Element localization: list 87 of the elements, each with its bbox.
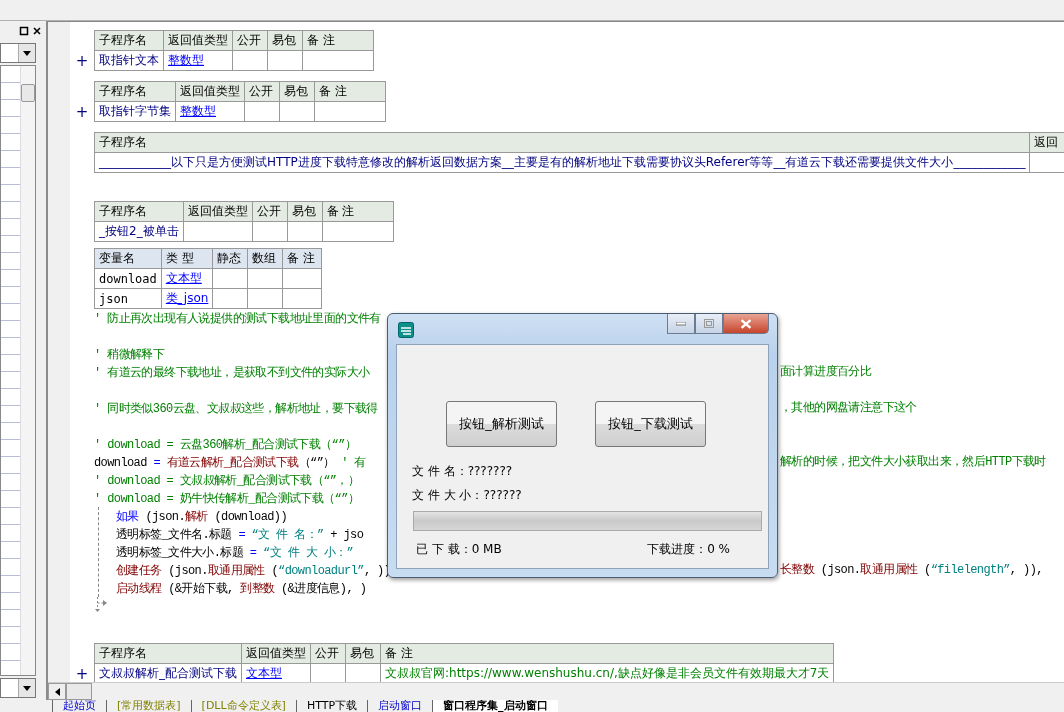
code-line: ' 同时类似360云盘、文叔叔这些，解析地址，要下载得 bbox=[94, 402, 378, 416]
column-header: 返回值类型 bbox=[183, 201, 253, 222]
code-line: 透明标签_文件大小.标题 = “文 件 大 小：” bbox=[116, 546, 354, 560]
file-size-label: 文 件 大 小：?????? bbox=[412, 487, 523, 504]
code-line: ' download = 奶牛快传解析_配合测试下载（“”） bbox=[94, 492, 360, 506]
column-header: 备 注 bbox=[314, 81, 386, 102]
downloaded-label: 已 下 载：0 MB bbox=[416, 541, 502, 558]
column-header: 子程序名 bbox=[94, 30, 164, 51]
tab[interactable]: [常用数据表] bbox=[106, 700, 191, 712]
maximize-button[interactable] bbox=[695, 314, 723, 334]
code-line: ' download = 云盘360解析_配合测试下载（“”） bbox=[94, 438, 357, 452]
column-header: 子程序名 bbox=[94, 643, 242, 664]
minimize-icon bbox=[676, 321, 686, 326]
code-line: ' 防止再次出现有人说提供的测试下载地址里面的文件有 bbox=[94, 312, 381, 326]
column-header: 公开 bbox=[310, 643, 346, 664]
caret-icon bbox=[23, 685, 31, 691]
tab[interactable]: [DLL命令定义表] bbox=[190, 700, 296, 712]
table-cell: json bbox=[94, 288, 162, 309]
column-header: 公开 bbox=[244, 81, 280, 102]
restore-icon[interactable] bbox=[19, 26, 29, 36]
column-header: 静态 bbox=[212, 248, 248, 269]
button[interactable]: 按钮_解析测试 bbox=[446, 401, 557, 447]
scrollbar-thumb[interactable] bbox=[66, 683, 92, 700]
column-header: 易包 bbox=[287, 201, 323, 222]
code-line: ' download = 文叔叔解析_配合测试下载（“”，） bbox=[94, 474, 360, 488]
app-icon bbox=[398, 322, 414, 338]
column-header: 变量名 bbox=[94, 248, 162, 269]
expand-toggle[interactable]: + bbox=[75, 666, 89, 682]
column-header: 返回值类型 bbox=[163, 30, 233, 51]
table-cell: 类_json bbox=[161, 288, 213, 309]
table-cell: ____________以下只是方便测试HTTP进度下载特意修改的解析返回数据方案__主要是有的解析地址下载需要协议头Referer等等__有道云下载还需要提供文件大小____________ bbox=[94, 152, 1030, 173]
column-header: 易包 bbox=[345, 643, 381, 664]
column-header: 子程序名 bbox=[94, 81, 176, 102]
scrollbar[interactable] bbox=[48, 682, 1064, 700]
button[interactable]: 按钮_下载测试 bbox=[595, 401, 706, 447]
table-cell: download bbox=[94, 268, 162, 289]
column-header: 易包 bbox=[279, 81, 315, 102]
scrollbar[interactable] bbox=[20, 66, 35, 675]
table-cell: _按钮2_被单击 bbox=[94, 221, 184, 242]
close-button[interactable] bbox=[723, 314, 769, 334]
table-cell: 整数型 bbox=[175, 101, 245, 122]
code-line: ，其他的网盘请注意下这个 bbox=[780, 400, 918, 417]
maximize-icon bbox=[704, 319, 714, 328]
table-cell: 整数型 bbox=[163, 50, 233, 71]
column-header: 子程序名 bbox=[94, 132, 1030, 153]
code-line: 透明标签_文件名.标题 = “文 件 名：” + jso bbox=[116, 528, 364, 542]
column-header: 备 注 bbox=[380, 643, 834, 664]
column-header: 子程序名 bbox=[94, 201, 184, 222]
column-header: 备 注 bbox=[322, 201, 394, 222]
dropdown-field[interactable] bbox=[0, 43, 36, 63]
code-line: 面计算进度百分比 bbox=[780, 364, 873, 381]
column-header: 易包 bbox=[267, 30, 303, 51]
column-header: 返回值类型 bbox=[175, 81, 245, 102]
minimize-button[interactable] bbox=[667, 314, 695, 334]
code-line: ' 有道云的最终下载地址，是获取不到文件的实际大小 bbox=[94, 366, 370, 380]
code-line: 启动线程 (&开始下载, 到整数 (&进度信息), ) bbox=[116, 582, 367, 596]
tab[interactable]: 起始页 bbox=[52, 700, 106, 712]
column-header: 返回值类型 bbox=[241, 643, 311, 664]
scrollbar-thumb[interactable] bbox=[21, 84, 35, 102]
column-header: 类 型 bbox=[161, 248, 213, 269]
flow-arrow-icon bbox=[97, 597, 109, 613]
tab[interactable]: HTTP下载 bbox=[295, 700, 368, 712]
code-line: 如果 (json.解析 (download)) bbox=[116, 510, 288, 524]
close-icon bbox=[740, 318, 752, 329]
code-line: 解析的时候，把文件大小获取出来，然后HTTP下载时 bbox=[780, 454, 1047, 471]
table-cell: 取指针文本 bbox=[94, 50, 164, 71]
column-header: 备 注 bbox=[282, 248, 322, 269]
expand-toggle[interactable]: + bbox=[75, 53, 89, 69]
caret-icon bbox=[23, 50, 31, 56]
close-icon[interactable] bbox=[32, 26, 42, 36]
column-header: 公开 bbox=[252, 201, 288, 222]
expand-toggle[interactable]: + bbox=[75, 104, 89, 120]
caret-icon bbox=[54, 687, 60, 696]
table-cell: 文本型 bbox=[161, 268, 213, 289]
code-line: 长整数 (json.取通用属性 (“filelength”, )), bbox=[780, 562, 1044, 579]
column-header: 数组 bbox=[247, 248, 283, 269]
column-header: 公开 bbox=[232, 30, 268, 51]
tab[interactable]: 窗口程序集_启动窗口 bbox=[432, 700, 558, 712]
code-line: ' 稍微解释下 bbox=[94, 348, 165, 362]
file-name-label: 文 件 名：??????? bbox=[412, 463, 514, 480]
column-header: 备 注 bbox=[302, 30, 374, 51]
table-cell: 取指针字节集 bbox=[94, 101, 176, 122]
code-line: download = 有道云解析_配合测试下载（“”） ' 有 bbox=[94, 456, 366, 470]
scroll-left-button[interactable] bbox=[48, 683, 66, 700]
column-header: 返回 bbox=[1030, 132, 1064, 153]
dropdown-field[interactable] bbox=[0, 678, 36, 698]
progress-label: 下载进度：0 % bbox=[647, 541, 730, 558]
